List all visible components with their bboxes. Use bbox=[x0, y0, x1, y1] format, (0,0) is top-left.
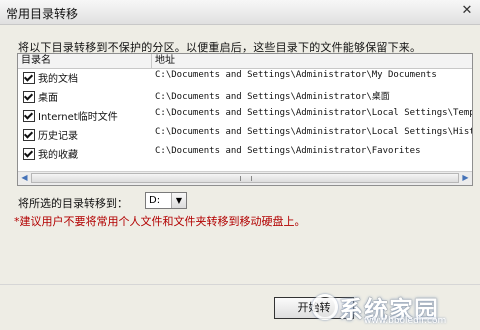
horizontal-scrollbar[interactable]: ◀ ▶ bbox=[18, 171, 472, 185]
checkbox-checked-icon[interactable] bbox=[23, 110, 35, 122]
list-item[interactable]: 桌面 C:\Documents and Settings\Administrat… bbox=[18, 88, 472, 104]
item-path: C:\Documents and Settings\Administrator\… bbox=[155, 146, 421, 156]
scroll-left-icon[interactable]: ◀ bbox=[19, 173, 30, 183]
dialog-window: 常用目录转移 ✕ 将以下目录转移到不保护的分区。以便重启后，这些目录下的文件能够… bbox=[0, 0, 480, 330]
column-header-name[interactable]: 目录名 bbox=[18, 54, 152, 68]
list-header: 目录名 地址 bbox=[18, 54, 472, 69]
target-drive-select[interactable]: D: ▼ bbox=[145, 192, 187, 209]
target-drive-label: 将所选的目录转移到： bbox=[18, 197, 128, 210]
list-item[interactable]: Internet临时文件 C:\Documents and Settings\A… bbox=[18, 107, 472, 123]
directory-list: 目录名 地址 我的文档 C:\Documents and Settings\Ad… bbox=[17, 53, 473, 186]
title-bar: 常用目录转移 ✕ bbox=[0, 0, 480, 25]
item-name: 桌面 bbox=[38, 93, 58, 104]
watermark-url: www.bboledir.com bbox=[364, 316, 447, 326]
list-item[interactable]: 历史记录 C:\Documents and Settings\Administr… bbox=[18, 126, 472, 142]
chevron-down-icon[interactable]: ▼ bbox=[171, 193, 186, 208]
checkbox-checked-icon[interactable] bbox=[23, 72, 35, 84]
item-path: C:\Documents and Settings\Administrator\… bbox=[155, 70, 437, 80]
warning-text: *建议用户不要将常用个人文件和文件夹转移到移动硬盘上。 bbox=[14, 215, 306, 228]
scroll-right-icon[interactable]: ▶ bbox=[460, 173, 471, 183]
watermark: 系统家园 www.bboledir.com bbox=[304, 290, 474, 328]
list-item[interactable]: 我的收藏 C:\Documents and Settings\Administr… bbox=[18, 145, 472, 161]
list-item[interactable]: 我的文档 C:\Documents and Settings\Administr… bbox=[18, 69, 472, 85]
column-header-path[interactable]: 地址 bbox=[152, 54, 471, 68]
item-path: C:\Documents and Settings\Administrator\… bbox=[155, 92, 390, 102]
list-rows: 我的文档 C:\Documents and Settings\Administr… bbox=[18, 69, 472, 169]
item-name: 历史记录 bbox=[38, 131, 78, 142]
close-icon[interactable]: ✕ bbox=[459, 3, 475, 19]
watermark-logo-icon bbox=[312, 294, 338, 320]
target-drive-value: D: bbox=[149, 195, 161, 206]
scrollbar-thumb[interactable] bbox=[31, 173, 459, 183]
item-path: C:\Documents and Settings\Administrator\… bbox=[155, 108, 472, 118]
item-name: Internet临时文件 bbox=[38, 112, 118, 123]
divider bbox=[0, 284, 480, 285]
grip-icon bbox=[240, 176, 252, 181]
checkbox-checked-icon[interactable] bbox=[23, 91, 35, 103]
checkbox-checked-icon[interactable] bbox=[23, 129, 35, 141]
item-name: 我的文档 bbox=[38, 74, 78, 85]
window-title: 常用目录转移 bbox=[6, 7, 79, 21]
item-path: C:\Documents and Settings\Administrator\… bbox=[155, 127, 472, 137]
item-name: 我的收藏 bbox=[38, 150, 78, 161]
checkbox-checked-icon[interactable] bbox=[23, 148, 35, 160]
